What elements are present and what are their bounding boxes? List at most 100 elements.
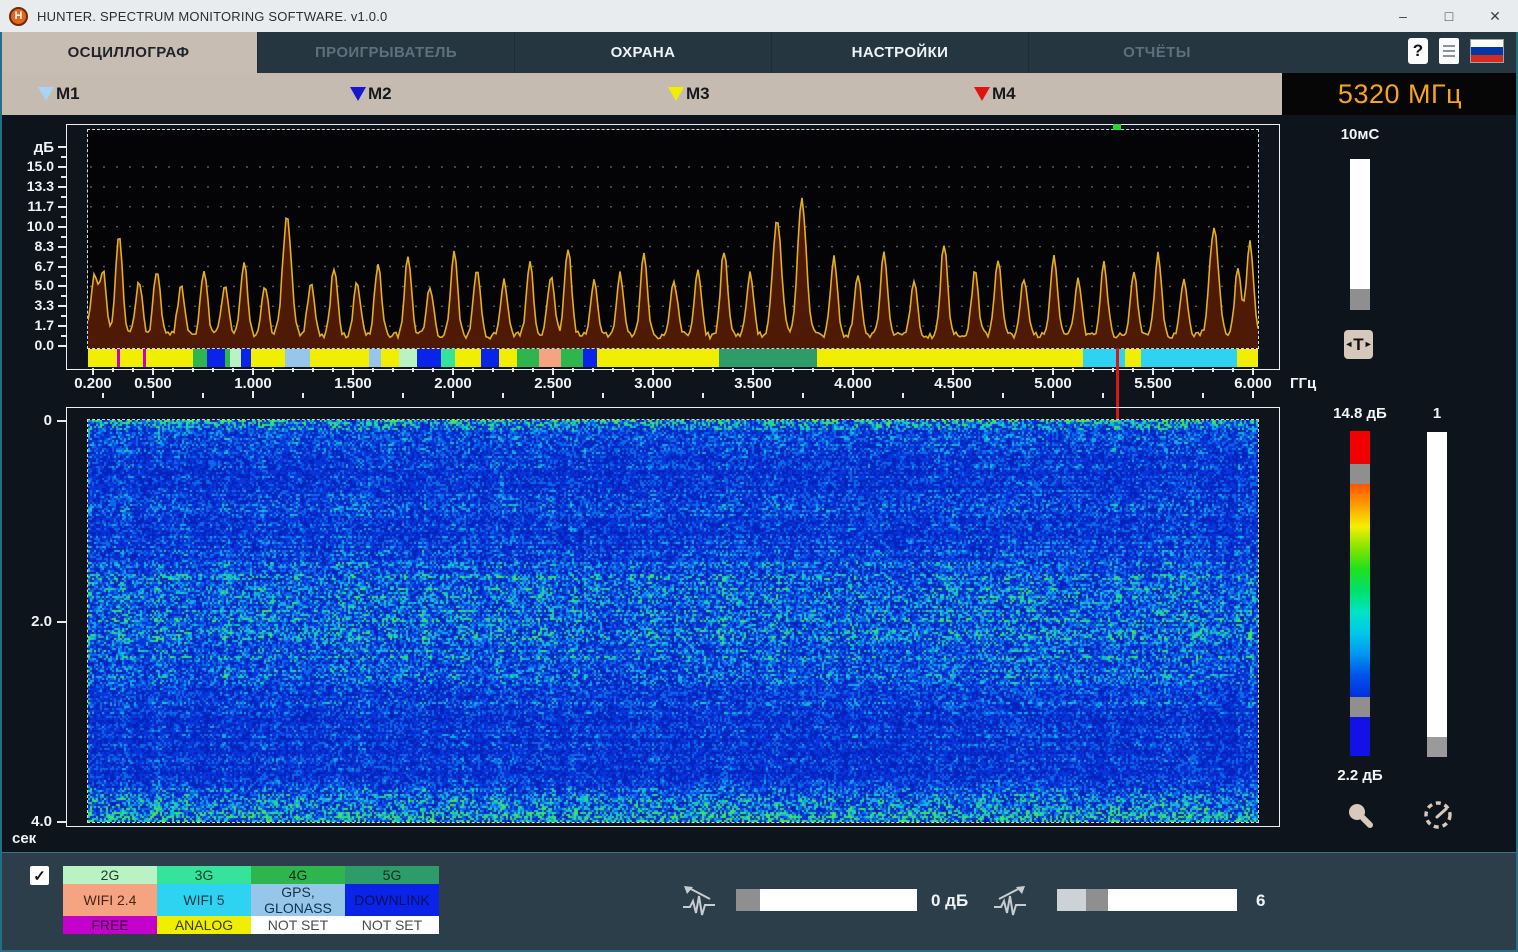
y-axis-tick (58, 246, 66, 248)
legend-visibility-checkbox[interactable]: ✓ (30, 866, 49, 885)
band-legend-table: 2G3G4G5GWIFI 2.4WIFI 5GPS, GLONASSDOWNLI… (63, 866, 439, 934)
tab-player[interactable]: ПРОИГРЫВАТЕЛЬ (257, 32, 514, 73)
freq-tick-bottom (1252, 391, 1254, 398)
freq-tick-top (252, 368, 254, 375)
tab-settings[interactable]: НАСТРОЙКИ (771, 32, 1028, 73)
freq-tick-top (632, 368, 634, 372)
freq-tick-top (472, 368, 474, 372)
y-axis-label: 0.0 (0, 337, 54, 353)
marker-m1[interactable]: M1 (38, 84, 80, 104)
freq-tick-top (1012, 368, 1014, 372)
freq-tick-top (972, 368, 974, 372)
legend-cell: WIFI 5 (157, 884, 251, 916)
marker-label: M1 (56, 84, 80, 104)
legend-row: WIFI 2.4WIFI 5GPS, GLONASSDOWNLINK (63, 884, 439, 916)
freq-axis-label: 4.500 (921, 375, 985, 392)
y-axis-label: 10.0 (0, 218, 54, 234)
freq-tick-top (792, 368, 794, 372)
colorbar-upper-handle[interactable] (1350, 464, 1370, 484)
freq-tick-bottom (202, 393, 204, 398)
tab-reports[interactable]: ОТЧЁТЫ (1028, 32, 1285, 73)
waterfall-plot[interactable] (88, 420, 1258, 822)
gain-slider-handle[interactable] (1427, 737, 1447, 757)
y-axis-minor-tick (61, 295, 66, 297)
marker-m2[interactable]: M2 (350, 84, 392, 104)
legend-row: FREEANALOGNOT SETNOT SET (63, 916, 439, 934)
freq-tick-top (712, 368, 714, 372)
legend-cell: ANALOG (157, 916, 251, 934)
band-segment (481, 349, 499, 367)
band-segment (251, 349, 285, 367)
legend-cell: DOWNLINK (345, 884, 439, 916)
freq-tick-top (612, 368, 614, 372)
gain-slider-track[interactable] (1427, 432, 1447, 737)
band-segment (207, 349, 225, 367)
freq-tick-top (1152, 368, 1154, 375)
freq-axis-label: 3.500 (721, 375, 785, 392)
marker-label: M4 (992, 84, 1016, 104)
legend-cell: GPS, GLONASS (251, 884, 345, 916)
band-segment (399, 349, 417, 367)
y-axis-minor-tick (61, 196, 66, 198)
maximize-button[interactable]: □ (1426, 0, 1472, 32)
y-axis-label: 11.7 (0, 198, 54, 214)
band-segment (241, 349, 251, 367)
scale-min-label: 2.2 дБ (1320, 767, 1400, 784)
attenuation-value: 0 дБ (931, 891, 968, 911)
freq-tick-bottom (702, 393, 704, 398)
help-icon[interactable]: ? (1408, 38, 1428, 64)
freq-axis-label: 2.500 (521, 375, 585, 392)
y-axis-label: 6.7 (0, 258, 54, 274)
y-axis-minor-tick (61, 176, 66, 178)
freq-tick-top (352, 368, 354, 375)
colorbar-top-block (1350, 431, 1370, 464)
freq-tick-top (132, 368, 134, 372)
freq-tick-top (172, 368, 174, 372)
freq-tick-top (852, 368, 854, 375)
time-axis-label: 2.0 (0, 613, 52, 630)
report-icon[interactable] (1439, 38, 1459, 64)
freq-tick-bottom (752, 391, 754, 398)
t-glyph: T (1353, 336, 1363, 353)
tab-oscillograph[interactable]: ОСЦИЛЛОГРАФ (0, 32, 257, 73)
y-axis-tick (58, 266, 66, 268)
spectrum-plot[interactable] (88, 130, 1258, 348)
tab-security[interactable]: ОХРАНА (514, 32, 771, 73)
zoom-icon[interactable] (1344, 800, 1374, 830)
close-button[interactable]: ✕ (1472, 0, 1518, 32)
colorbar-lower-handle[interactable] (1350, 697, 1370, 717)
band-segment (1125, 349, 1141, 367)
marker-m4[interactable]: M4 (974, 84, 1016, 104)
freq-tick-bottom (852, 391, 854, 398)
attenuation-slider-handle[interactable] (736, 889, 760, 911)
time-axis-tick (57, 420, 66, 422)
freq-tick-top (432, 368, 434, 372)
freq-tick-top (1252, 368, 1254, 375)
time-scale-button[interactable]: ◄T► (1344, 330, 1373, 359)
attenuation-slider-track[interactable] (736, 889, 917, 911)
time-axis-tick (57, 621, 66, 623)
freq-tick-bottom (902, 393, 904, 398)
report-icon-line (1443, 50, 1455, 52)
minimize-button[interactable]: – (1380, 0, 1426, 32)
legend-cell: FREE (63, 916, 157, 934)
language-flag-icon[interactable] (1470, 39, 1504, 63)
y-axis-minor-tick (61, 275, 66, 277)
freq-tick-top (152, 368, 154, 375)
marker-m3[interactable]: M3 (668, 84, 710, 104)
sweep-slider-handle[interactable] (1350, 289, 1370, 310)
band-segment (719, 349, 817, 367)
gauge-icon[interactable] (1421, 798, 1455, 832)
freq-tick-bottom (1002, 393, 1004, 398)
y-axis-minor-tick (61, 216, 66, 218)
y-axis-tick (58, 226, 66, 228)
y-axis-label: 1.7 (0, 317, 54, 333)
gain-slider-handle-bottom[interactable] (1086, 889, 1108, 911)
band-segment (381, 349, 399, 367)
freq-tick-bottom (1052, 391, 1054, 398)
legend-cell: NOT SET (251, 916, 345, 934)
sweep-slider-track[interactable] (1350, 159, 1370, 310)
window-title: HUNTER. SPECTRUM MONITORING SOFTWARE. v1… (37, 9, 387, 24)
marker-triangle-icon (38, 87, 54, 101)
report-icon-line (1443, 55, 1455, 57)
